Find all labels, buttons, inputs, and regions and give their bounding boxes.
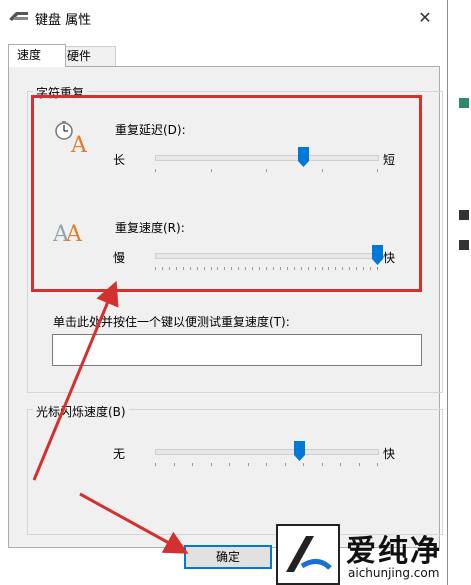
slider-tick	[174, 463, 175, 466]
slider-tick	[340, 463, 341, 466]
cursor-blink-max-label: 快	[383, 447, 396, 461]
cursor-blink-group	[27, 409, 443, 535]
background-mark	[459, 98, 469, 108]
test-repeat-label: 单击此处并按住一个键以便测试重复速度(T):	[53, 315, 290, 329]
cursor-blink-min-label: 无	[113, 447, 126, 461]
slider-tick	[322, 463, 323, 466]
annotation-highlight-box	[31, 95, 422, 292]
slider-tick	[229, 463, 230, 466]
watermark-text: 爱纯净	[346, 534, 442, 569]
cursor-blink-thumb[interactable]	[293, 441, 305, 461]
keyboard-properties-dialog: 键盘 属性 ✕ 速度 硬件 字符重复 A 重复延迟(D): 长 短 A A 重复…	[0, 0, 448, 585]
slider-tick	[266, 463, 267, 466]
slider-tick	[377, 463, 378, 466]
slider-tick	[285, 463, 286, 466]
brand-logo-icon	[276, 524, 340, 585]
close-button[interactable]: ✕	[410, 5, 440, 29]
test-repeat-input[interactable]	[52, 334, 422, 366]
title-bar: 键盘 属性 ✕	[0, 0, 447, 34]
cursor-blink-slider[interactable]	[155, 449, 379, 455]
ok-button[interactable]: 确定	[184, 545, 272, 569]
background-mark	[459, 240, 469, 250]
background-window	[447, 0, 471, 585]
tab-hardware[interactable]: 硬件	[58, 46, 116, 66]
tab-speed[interactable]: 速度	[8, 44, 66, 67]
keyboard-icon	[9, 12, 28, 21]
slider-tick	[211, 463, 212, 466]
slider-tick	[303, 463, 304, 466]
watermark-logo: 爱纯净 aichunjing.com	[268, 520, 468, 585]
background-mark	[459, 210, 469, 220]
slider-tick	[192, 463, 193, 466]
slider-tick	[359, 463, 360, 466]
slider-tick	[155, 463, 156, 466]
watermark-url: aichunjing.com	[348, 566, 440, 580]
close-icon: ✕	[418, 7, 432, 27]
slider-tick	[248, 463, 249, 466]
cursor-blink-group-label: 光标闪烁速度(B)	[33, 403, 129, 420]
window-title: 键盘 属性	[35, 13, 92, 28]
